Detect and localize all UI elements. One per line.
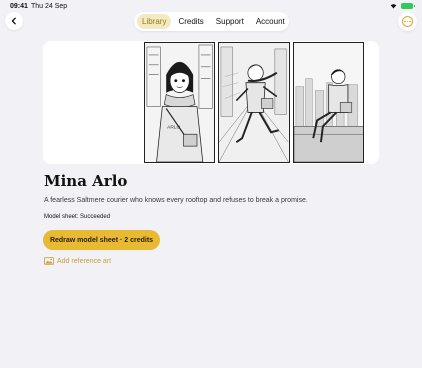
character-description: A fearless Saltmere courier who knows ev… [44,197,308,204]
image-icon [44,257,54,265]
add-reference-art-link[interactable]: Add reference art [44,257,111,265]
chevron-left-icon [11,17,16,25]
model-sheet-panel-rooftop [292,42,364,163]
model-sheet-panel-running [218,42,290,163]
status-date: Thu 24 Sep [31,3,68,10]
more-circle-icon [402,16,413,27]
add-reference-art-label: Add reference art [57,257,112,265]
wifi-icon [390,4,397,9]
back-button[interactable] [5,12,23,30]
svg-text:ARLO: ARLO [167,124,180,130]
status-icons [390,3,415,9]
more-menu-button[interactable] [398,12,417,31]
top-nav: Library Credits Support Account [134,12,289,31]
tab-credits[interactable]: Credits [173,14,208,29]
model-sheet-card: ARLO [43,41,379,164]
model-sheet-panel-portrait: ARLO [144,42,216,163]
tab-support[interactable]: Support [211,14,249,29]
tab-account[interactable]: Account [251,14,290,29]
battery-icon [401,3,415,9]
redraw-model-sheet-button[interactable]: Redraw model sheet · 2 credits [43,230,160,250]
character-name: Mina Arlo [44,172,128,190]
tab-library[interactable]: Library [137,14,172,29]
model-sheet-image: ARLO [144,42,364,163]
model-sheet-status: Model sheet: Succeeded [44,214,111,220]
status-time: 09:41 [10,3,28,10]
